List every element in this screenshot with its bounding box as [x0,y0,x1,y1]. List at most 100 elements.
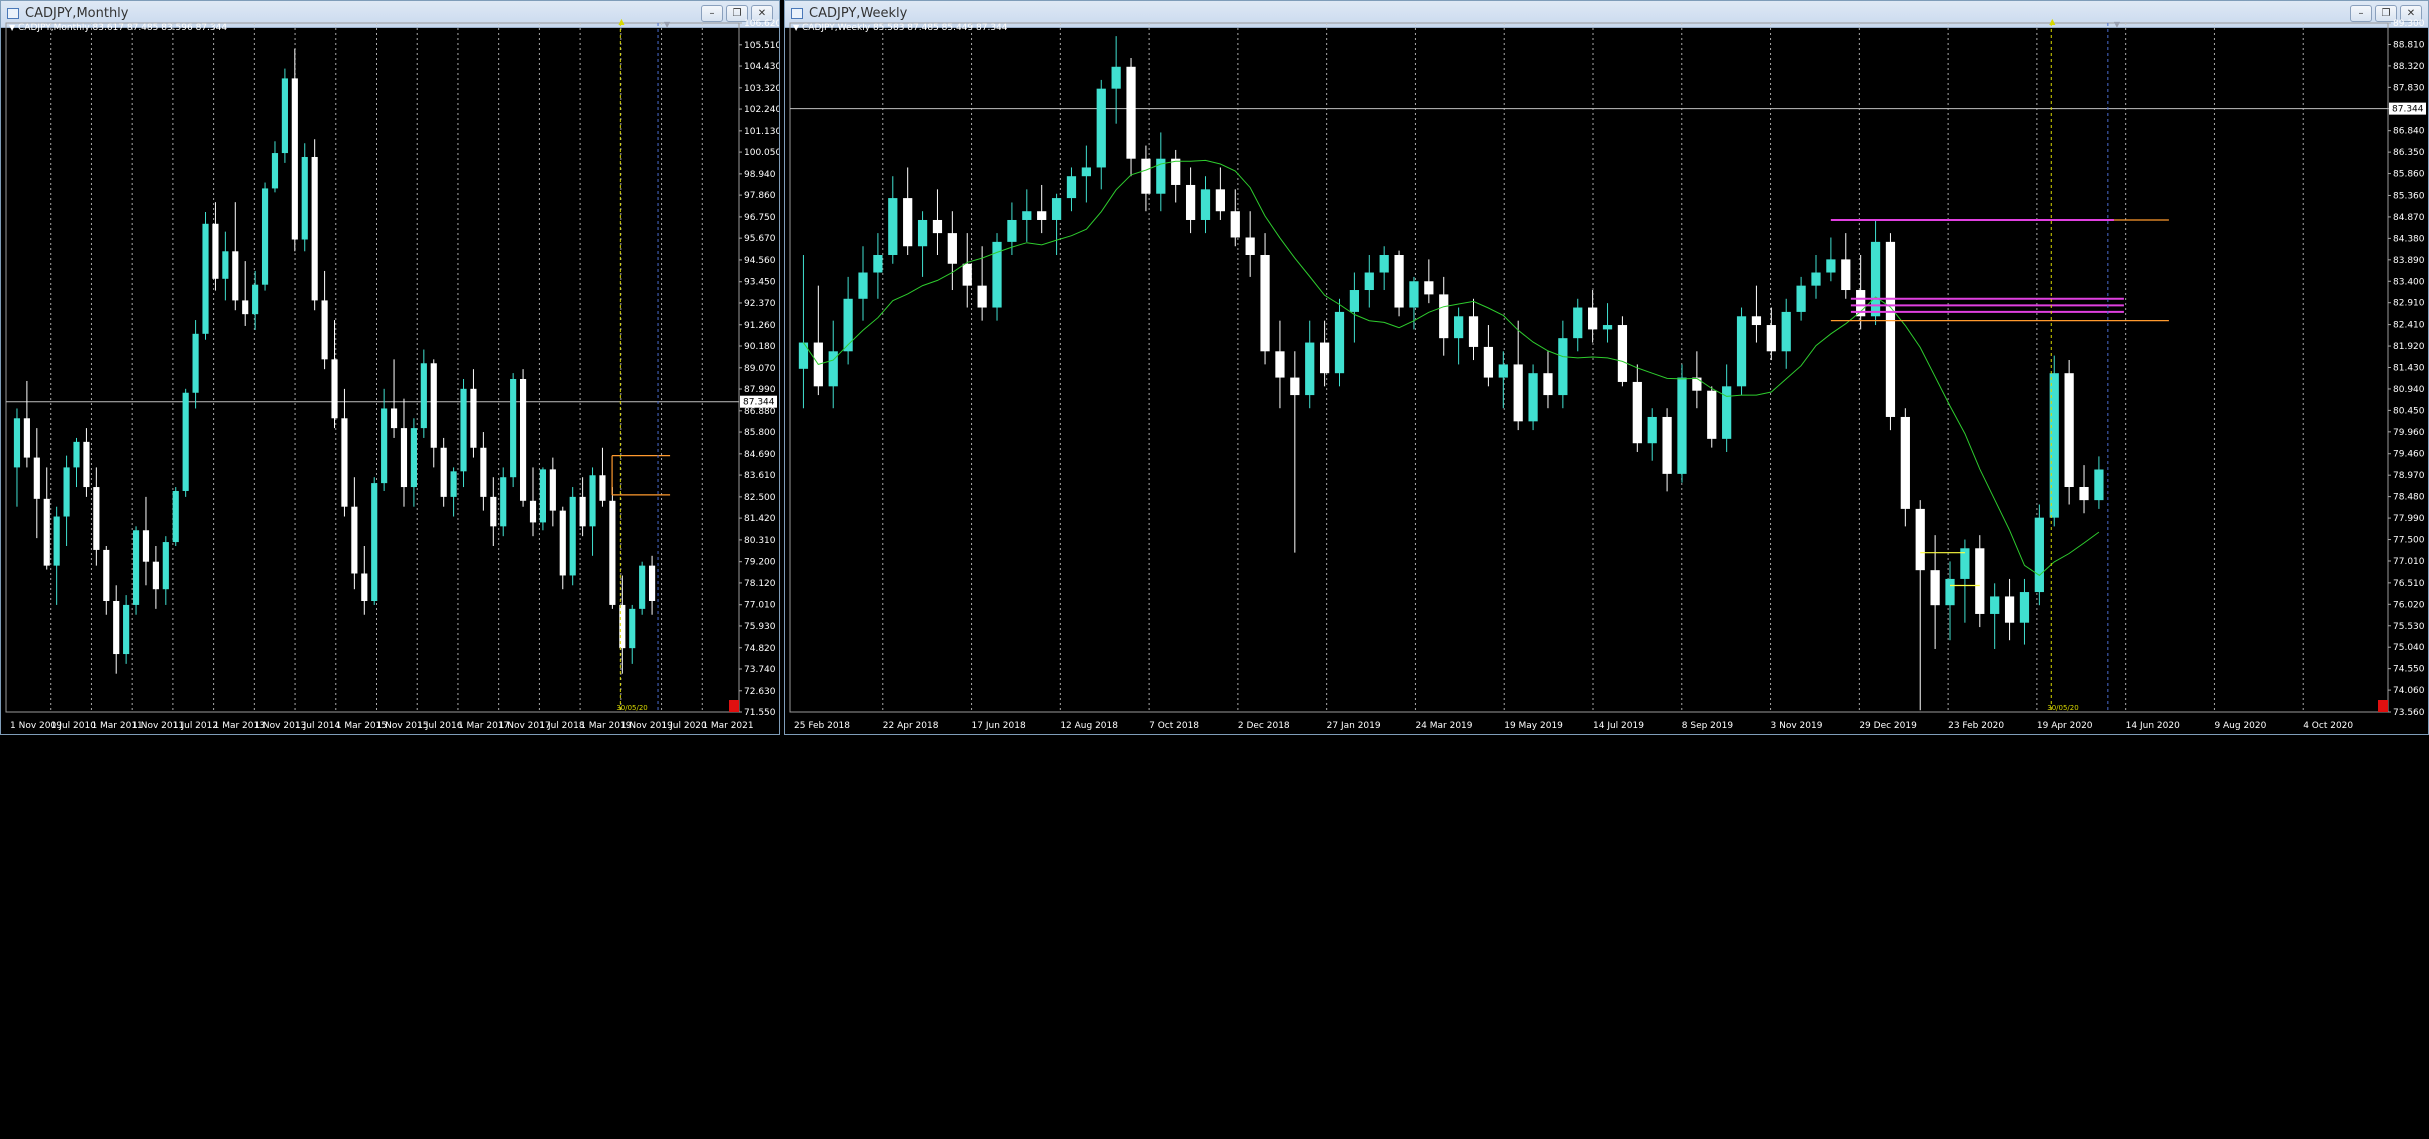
y-axis-label: 75.930 [744,622,776,632]
candle-body [1826,259,1836,273]
chart-canvas-weekly[interactable]: CADJPY,Weekly 85.583 87.485 85.449 87.34… [788,19,2428,734]
candle-body [361,573,368,601]
y-axis-label: 71.550 [744,708,776,718]
candle-body [639,565,646,609]
candle-body [1007,219,1017,242]
candle-body [23,418,30,458]
candle-body [1260,255,1270,352]
candle-body [103,549,110,601]
y-axis-label: 80.310 [744,536,776,546]
candle-body [311,156,318,301]
candle-body [2004,596,2015,623]
y-axis-label: 100.050 [744,148,779,158]
candle-body [212,223,219,279]
x-axis-label: 9 Aug 2020 [2214,721,2266,731]
chart-canvas-monthly[interactable]: CADJPY,Monthly 83.617 87.485 83.596 87.3… [4,19,779,734]
y-axis-label: 75.530 [2393,622,2425,632]
candle-body [390,408,398,429]
x-axis-label: 14 Jun 2020 [2126,721,2180,731]
candle-body [843,298,853,352]
y-axis-label: 77.990 [2393,514,2425,524]
date-marker-label: 30/05/20 [616,704,647,712]
y-axis-label: 95.670 [744,234,776,244]
y-axis-label: 73.740 [744,665,776,675]
x-axis-label: 1 Jul 2018 [539,721,584,731]
candle-body [1900,416,1910,509]
candle-body [261,188,269,285]
corner-close-icon [729,700,739,712]
candle-body [123,604,130,655]
chart-window-icon [7,8,19,19]
y-axis-label: 85.800 [744,428,776,438]
candle-body [33,457,40,499]
candle-body [410,428,417,488]
candle-body [1022,211,1032,220]
candle-body [440,447,447,497]
chart-menu-arrow-icon[interactable]: ▼ [793,23,800,32]
chart-plot-weekly[interactable]: CADJPY,Weekly 85.583 87.485 85.449 87.34… [788,19,2428,734]
x-axis-label: 17 Jun 2018 [972,721,1026,731]
candle-body [371,483,378,601]
y-axis-label: 82.410 [2393,321,2425,331]
y-axis-label: 81.430 [2393,364,2425,374]
candle-body [1632,381,1642,444]
y-axis-label: 88.320 [2393,62,2425,72]
x-axis-label: 1 Jul 2016 [417,721,462,731]
candle-body [113,600,120,655]
x-axis-label: 19 May 2019 [1504,721,1563,731]
candle-body [222,251,229,279]
candle-body [549,469,556,511]
candle-body [400,428,408,488]
y-axis-label: 83.610 [744,471,776,481]
candle-body [63,467,70,517]
x-axis-label: 27 Jan 2019 [1327,721,1381,731]
x-axis-label: 7 Oct 2018 [1149,721,1199,731]
chart-plot-monthly[interactable]: CADJPY,Monthly 83.617 87.485 83.596 87.3… [4,19,779,734]
y-axis-label: 81.920 [2393,342,2425,352]
candle-body [1602,325,1613,330]
candle-body [1543,373,1553,396]
candle-body [1707,390,1717,439]
candle-body [1885,241,1896,417]
x-axis-label: 1 Jul 2012 [173,721,218,731]
candle-body [1766,325,1776,352]
x-axis-label: 14 Jul 2019 [1593,721,1644,731]
corner-close-icon [2378,700,2388,712]
candle-body [649,565,656,601]
y-axis-label: 86.350 [2393,148,2425,158]
candle-body [1751,316,1762,326]
candle-body [1066,176,1077,199]
candle-body [1975,548,1985,614]
candle-body [1215,189,1225,212]
candle-body [182,392,189,491]
candle-body [1245,237,1255,256]
y-axis-label: 78.480 [2393,493,2425,503]
y-axis-label: 92.370 [744,299,776,309]
candle-body [252,284,259,315]
candle-body [589,475,596,527]
y-axis-label: 94.560 [744,256,776,266]
candle-body [331,359,338,419]
candle-body [1915,508,1925,571]
y-axis-label: 77.010 [744,601,776,611]
candle-body [2079,487,2089,501]
chart-window-weekly[interactable]: CADJPY,Weekly – ❐ ✕ CADJPY,Weekly 85.583… [784,0,2429,735]
y-axis-label: 82.910 [2393,299,2425,309]
y-axis-label: 79.460 [2393,450,2425,460]
chart-menu-arrow-icon[interactable]: ▼ [9,23,16,32]
candle-body [1647,416,1657,444]
y-axis-label: 105.510 [744,41,779,51]
candle-body [1990,596,2000,614]
chart-window-monthly[interactable]: CADJPY,Monthly – ❐ ✕ CADJPY,Monthly 83.6… [0,0,780,735]
autoscroll-marker-icon: ▼ [2114,20,2121,29]
y-axis-label: 80.450 [2393,406,2425,416]
y-axis-label: 84.380 [2393,234,2425,244]
candle-body [1930,570,1940,606]
candle-body [1334,311,1345,374]
candle-body [510,378,517,478]
candle-body [271,153,279,189]
candle-body [1051,198,1062,220]
candle-body [162,542,169,590]
y-axis-label: 83.890 [2393,256,2425,266]
candle-body [1096,88,1106,168]
